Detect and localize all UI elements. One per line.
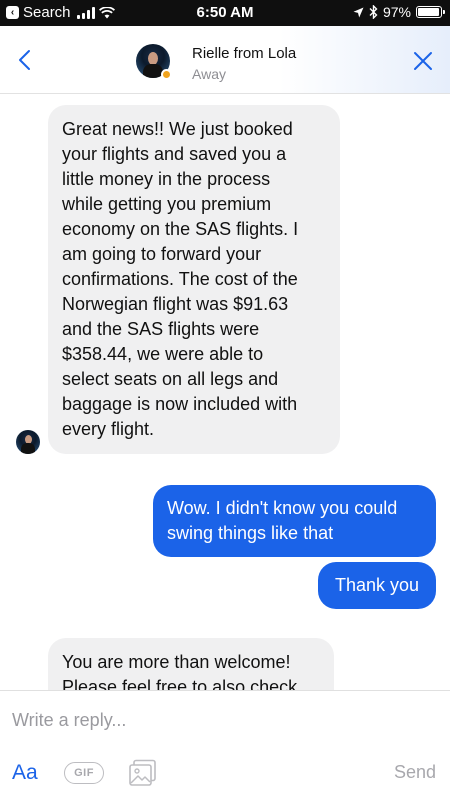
message-line: economy on the SAS flights. I — [62, 219, 299, 239]
message-bubble-outgoing[interactable]: Wow. I didn't know you could swing thing… — [153, 485, 436, 557]
contact-name: Rielle from Lola — [192, 45, 297, 62]
message-bubble-incoming[interactable]: Great news!! We just booked your flights… — [48, 105, 340, 454]
chevron-left-icon[interactable] — [14, 48, 38, 72]
message-line: while getting you premium — [62, 194, 272, 214]
message-line: confirmations. The cost of the — [62, 269, 298, 289]
message-list[interactable]: Great news!! We just booked your flights… — [0, 95, 450, 690]
message-line: You are more than welcome! — [62, 652, 291, 672]
photo-icon[interactable] — [128, 759, 158, 787]
text-format-button[interactable]: Aa — [12, 761, 38, 785]
contact-status: Away — [192, 66, 226, 82]
reply-input[interactable] — [12, 706, 432, 734]
message-line: your flights and saved you a — [62, 144, 287, 164]
message-line: Please feel free to also check — [62, 677, 298, 690]
bluetooth-icon — [369, 5, 378, 19]
message-bubble-incoming[interactable]: You are more than welcome! Please feel f… — [48, 638, 334, 690]
message-line: every flight. — [62, 419, 155, 439]
message-line: little money in the process — [62, 169, 271, 189]
sender-avatar[interactable] — [16, 430, 40, 454]
composer: Aa GIF Send — [0, 690, 450, 800]
battery-fill — [418, 8, 440, 16]
message-line: Thank you — [334, 575, 420, 595]
message-line: am going to forward your — [62, 244, 262, 264]
send-button[interactable]: Send — [394, 762, 436, 783]
message-line: $358.44, we were able to — [62, 344, 264, 364]
battery-icon — [416, 6, 445, 18]
message-line: select seats on all legs and — [62, 369, 279, 389]
message-line: Norwegian flight was $91.63 — [62, 294, 289, 314]
message-bubble-outgoing[interactable]: Thank you — [318, 562, 436, 609]
status-bar: ‹ Search 6:50 AM 97% — [0, 0, 450, 26]
status-bar-right: 97% — [353, 4, 445, 20]
message-line: Great news!! We just booked — [62, 119, 293, 139]
message-line: and the SAS flights were — [62, 319, 260, 339]
battery-percent: 97% — [382, 4, 411, 20]
message-line: swing things like that — [167, 523, 334, 543]
presence-status-dot — [161, 69, 172, 80]
gif-button[interactable]: GIF — [64, 762, 104, 784]
message-line: Wow. I didn't know you could — [167, 498, 398, 518]
location-arrow-icon — [353, 7, 364, 17]
chat-header: Rielle from Lola Away — [0, 26, 450, 94]
message-line: baggage is now included with — [62, 394, 298, 414]
close-icon[interactable] — [412, 50, 434, 72]
